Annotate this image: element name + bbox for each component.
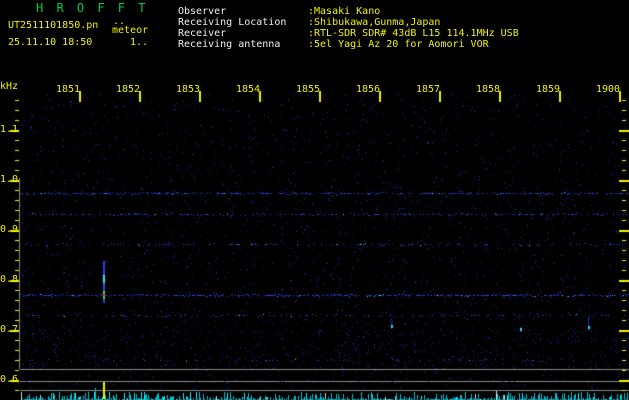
- time-tick-label: 1854: [236, 84, 261, 95]
- location-value: :Shibukawa,Gunma,Japan: [308, 17, 441, 28]
- time-tick-label: 1852: [116, 84, 141, 95]
- counter-label: 1..: [130, 37, 149, 48]
- app-title: H R O F F T: [36, 1, 149, 15]
- receiver-value: :RTL-SDR SDR# 43dB L15 114.1MHz USB: [308, 28, 519, 39]
- receiver-label: Receiver: [178, 28, 227, 39]
- location-label: Receiving Location: [178, 17, 287, 28]
- time-tick-label: 1859: [536, 84, 561, 95]
- time-tick-label: 1857: [416, 84, 441, 95]
- freq-tick-label: 0.8: [0, 274, 19, 285]
- antenna-value: :5el Yagi Az 20 for Aomori VOR: [308, 39, 489, 50]
- freq-tick-label: 0.9: [0, 224, 19, 235]
- freq-tick-label: 0.7: [0, 324, 19, 335]
- observer-value: :Masaki Kano: [308, 6, 381, 17]
- time-tick-label: 1853: [176, 84, 201, 95]
- datetime-label: 25.11.10 18:50: [8, 37, 93, 48]
- freq-tick-label: 1.1: [0, 124, 19, 135]
- mode-label: meteor: [112, 25, 149, 36]
- output-filename: UT2511101850.pn: [8, 20, 99, 31]
- time-tick-label: 1856: [356, 84, 381, 95]
- hrofft-window: H R O F F T UT2511101850.pn .. meteor 25…: [0, 0, 629, 400]
- observer-label: Observer: [178, 6, 227, 17]
- freq-tick-label: 1.0: [0, 174, 19, 185]
- spectrogram-canvas: [0, 0, 629, 400]
- time-tick-label: 1851: [56, 84, 81, 95]
- time-tick-label: 1900: [596, 84, 621, 95]
- antenna-label: Receiving antenna: [178, 39, 281, 50]
- freq-axis-unit: kHz: [0, 81, 19, 92]
- time-tick-label: 1858: [476, 84, 501, 95]
- time-tick-label: 1855: [296, 84, 321, 95]
- freq-tick-label: 0.6: [0, 374, 19, 385]
